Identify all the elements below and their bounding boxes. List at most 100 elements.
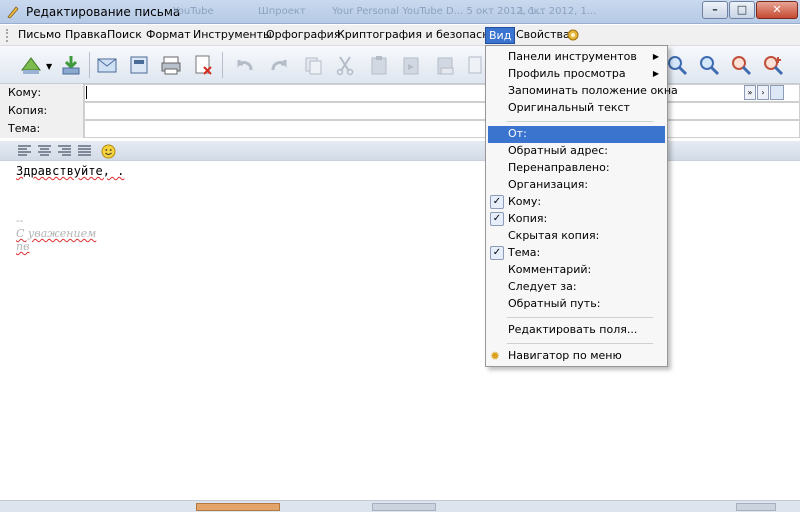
- menu-tools[interactable]: Инструменты: [190, 27, 275, 44]
- align-right-icon[interactable]: [58, 145, 71, 156]
- undo-icon: [237, 60, 253, 71]
- to-label: Кому:: [0, 84, 84, 102]
- attach-button[interactable]: [92, 51, 122, 79]
- align-center-icon[interactable]: [38, 145, 51, 156]
- menu-item-redirected[interactable]: Перенаправлено:: [488, 160, 665, 177]
- send-icon: [21, 57, 41, 74]
- undo-button[interactable]: [230, 51, 260, 79]
- status-bar: [0, 500, 800, 512]
- print-button[interactable]: [156, 51, 186, 79]
- signature-regards-text: С уважением: [16, 227, 97, 240]
- send-dropdown-icon[interactable]: ▼: [46, 62, 52, 71]
- to-row: Кому: » ›: [0, 84, 800, 102]
- menu-properties[interactable]: Свойства: [513, 27, 573, 44]
- greeting-text: Здравствуйте, .: [16, 164, 124, 178]
- menu-item-return-path[interactable]: Обратный путь:: [488, 296, 665, 313]
- menu-spelling[interactable]: Орфография: [263, 27, 343, 44]
- subject-field[interactable]: [84, 120, 800, 138]
- background-tab: Шпроект: [258, 6, 306, 17]
- find-in-files-button[interactable]: [758, 51, 788, 79]
- expand-icon[interactable]: »: [744, 85, 756, 100]
- menu-separator: [507, 121, 653, 122]
- paste-special-button[interactable]: [396, 51, 426, 79]
- menu-item-label: Скрытая копия:: [508, 229, 600, 242]
- magnifier-icon: [668, 56, 688, 76]
- send-button[interactable]: [16, 51, 46, 79]
- find-next-button[interactable]: [694, 51, 724, 79]
- menu-format[interactable]: Формат: [143, 27, 194, 44]
- menu-item-reply-to[interactable]: Обратный адрес:: [488, 143, 665, 160]
- cc-field[interactable]: [84, 102, 800, 120]
- smiley-icon[interactable]: [101, 144, 116, 159]
- menu-item-to[interactable]: ✓ Кому:: [488, 194, 665, 211]
- window-title: Редактирование письма: [26, 5, 181, 19]
- menu-item-from[interactable]: От:: [488, 126, 665, 143]
- menu-edit[interactable]: Правка: [62, 27, 110, 44]
- copy-button[interactable]: [298, 51, 328, 79]
- menu-item-label: Навигатор по меню: [508, 349, 622, 362]
- menu-item-comment[interactable]: Комментарий:: [488, 262, 665, 279]
- menu-item-cc[interactable]: ✓ Копия:: [488, 211, 665, 228]
- menu-item-label: Запоминать положение окна: [508, 84, 678, 97]
- scissors-icon: [336, 56, 354, 76]
- paste-button[interactable]: [364, 51, 394, 79]
- app-icon: [7, 6, 19, 19]
- menu-search[interactable]: Поиск: [104, 27, 145, 44]
- save-draft-button[interactable]: [56, 51, 86, 79]
- menu-item-edit-fields[interactable]: Редактировать поля...: [488, 322, 665, 339]
- redo-button[interactable]: [264, 51, 294, 79]
- checkmark-icon: ✓: [490, 195, 504, 209]
- gear-icon[interactable]: [566, 28, 580, 42]
- background-tab: Your Personal YouTube D... 5 окт 2012, 1…: [332, 6, 545, 17]
- menu-item-label: Панели инструментов: [508, 50, 637, 63]
- menu-view[interactable]: Вид: [485, 27, 516, 44]
- magnifier-replace-icon: [732, 56, 752, 76]
- envelope-icon: [97, 58, 117, 73]
- maximize-icon: □: [736, 3, 748, 16]
- to-field[interactable]: [84, 84, 800, 102]
- paste-plain-button[interactable]: [430, 51, 460, 79]
- redo-icon: [271, 60, 287, 71]
- checkmark-icon: ✓: [490, 246, 504, 260]
- submenu-arrow-icon: ▶: [652, 69, 659, 78]
- close-button[interactable]: ✕: [756, 1, 798, 19]
- message-body[interactable]: Здравствуйте, . -- С уважением пв: [8, 162, 800, 498]
- close-icon: ✕: [772, 3, 782, 16]
- cut-button[interactable]: [330, 51, 360, 79]
- delete-button[interactable]: [188, 51, 218, 79]
- menu-item-followup[interactable]: Следует за:: [488, 279, 665, 296]
- subject-row: Тема:: [0, 120, 800, 138]
- menu-item-bcc[interactable]: Скрытая копия:: [488, 228, 665, 245]
- title-bar: Редактирование письма YouTube Шпроект Yo…: [0, 0, 800, 24]
- menu-item-organization[interactable]: Организация:: [488, 177, 665, 194]
- signature-regards: С уважением: [16, 227, 96, 240]
- address-book-icon[interactable]: [770, 85, 784, 100]
- signature-name-text: пв: [16, 240, 30, 253]
- menu-item-original-text[interactable]: Оригинальный текст: [488, 100, 665, 117]
- copy-icon: [305, 57, 322, 75]
- align-justify-icon[interactable]: [78, 145, 91, 156]
- next-icon[interactable]: ›: [757, 85, 769, 100]
- menu-item-label: Оригинальный текст: [508, 101, 630, 114]
- menu-item-label: Профиль просмотра: [508, 67, 626, 80]
- maximize-button[interactable]: □: [729, 1, 755, 19]
- menu-item-label: Обратный путь:: [508, 297, 601, 310]
- menu-item-subject[interactable]: ✓ Тема:: [488, 245, 665, 262]
- magnifier-add-icon: [764, 56, 784, 76]
- menu-item-label: Обратный адрес:: [508, 144, 608, 157]
- address-book-button[interactable]: [124, 51, 154, 79]
- menu-item-label: От:: [508, 127, 527, 140]
- menu-item-remember-position[interactable]: Запоминать положение окна: [488, 83, 678, 100]
- menu-item-view-profile[interactable]: Профиль просмотра ▶: [488, 66, 665, 83]
- align-left-icon[interactable]: [18, 145, 31, 156]
- menubar-grip[interactable]: [6, 29, 10, 42]
- paste-quote-icon: [403, 57, 419, 75]
- menu-letter[interactable]: Письмо: [15, 27, 64, 44]
- menu-item-menu-navigator[interactable]: ✹ Навигатор по меню: [488, 348, 665, 365]
- checkmark-icon: ✓: [490, 212, 504, 226]
- menu-item-toolbars[interactable]: Панели инструментов ▶: [488, 49, 665, 66]
- minimize-button[interactable]: –: [702, 1, 728, 19]
- replace-button[interactable]: [726, 51, 756, 79]
- signature-name: пв: [16, 240, 30, 253]
- menu-bar: Письмо Правка Поиск Формат Инструменты О…: [0, 25, 800, 46]
